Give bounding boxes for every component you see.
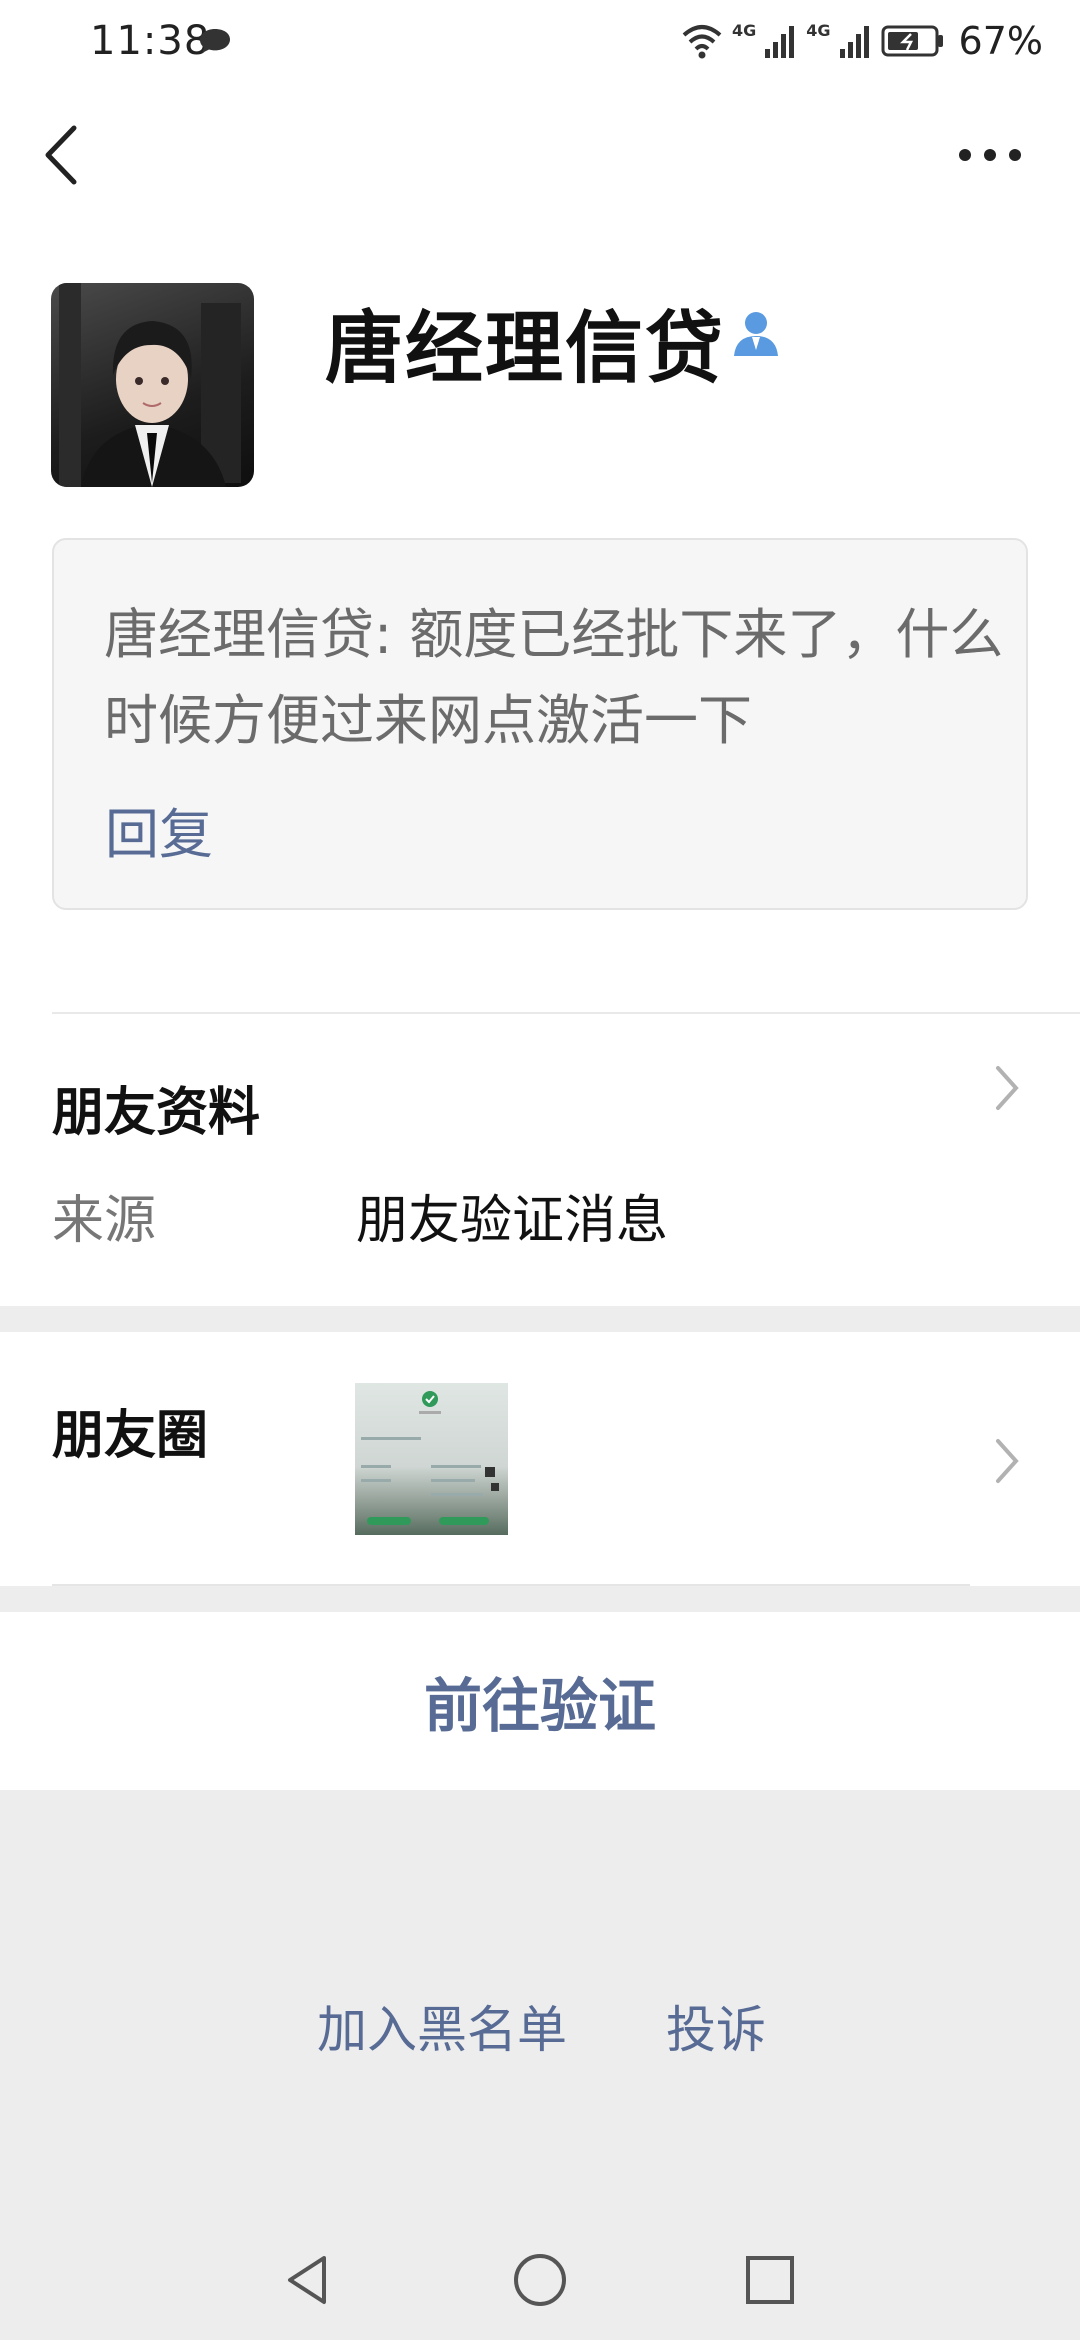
moments-title: 朋友圈 [52, 1406, 209, 1466]
moments-thumbnail-image [361, 1391, 499, 1525]
add-to-blacklist-link[interactable]: 加入黑名单 [317, 1990, 567, 2062]
nav-home-icon[interactable] [510, 2250, 570, 2310]
battery-percentage: 67% [958, 19, 1043, 63]
network-label-1: 4G [732, 20, 757, 40]
chevron-right-icon[interactable] [990, 1435, 1024, 1487]
friend-info-title[interactable]: 朋友资料 [52, 1070, 260, 1145]
avatar-image [59, 283, 241, 487]
person-badge-icon [734, 312, 778, 356]
reply-link[interactable]: 回复 [105, 790, 213, 869]
go-verify-button[interactable]: 前往验证 [0, 1612, 1080, 1790]
nav-back-icon[interactable] [280, 2250, 340, 2310]
verify-message-card: 唐经理信贷: 额度已经批下来了，什么时候方便过来网点激活一下 回复 [52, 538, 1028, 910]
status-time: 11:38 [90, 18, 211, 64]
wifi-icon [682, 25, 722, 59]
chat-bubble-icon [200, 29, 230, 53]
more-icon[interactable] [955, 135, 1025, 175]
verify-message-text: 唐经理信贷: 额度已经批下来了，什么时候方便过来网点激活一下 [104, 603, 1004, 752]
divider [52, 1584, 970, 1586]
nav-recent-icon[interactable] [740, 2250, 800, 2310]
avatar[interactable] [51, 283, 254, 487]
network-label-2: 4G [806, 20, 831, 40]
report-link[interactable]: 投诉 [666, 1990, 766, 2062]
signal-icon [839, 26, 869, 58]
battery-icon [881, 25, 943, 57]
source-label: 来源 [52, 1191, 157, 1251]
moments-thumbnail[interactable] [355, 1383, 508, 1535]
verify-section: 前往验证 [0, 1612, 1080, 1790]
signal-icon [765, 26, 795, 58]
divider [52, 1012, 1080, 1014]
chevron-right-icon[interactable] [990, 1062, 1024, 1114]
status-icons: 4G 4G 67% [680, 16, 1043, 66]
back-arrow-icon[interactable] [38, 120, 88, 190]
contact-name: 唐经理信贷 [325, 304, 726, 394]
source-value: 朋友验证消息 [356, 1191, 669, 1251]
